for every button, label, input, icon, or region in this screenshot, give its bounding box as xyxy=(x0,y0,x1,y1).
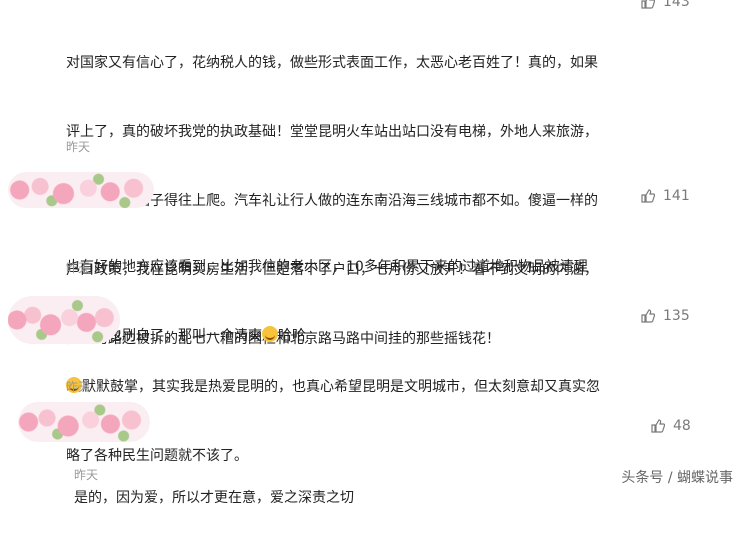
thumbs-up-icon xyxy=(651,419,665,433)
comment-line: 评上了，真的破坏我党的执政基础！堂堂昆明火车站出站口没有电梯，外地人来旅游， xyxy=(66,124,598,140)
like-button[interactable]: 141 xyxy=(641,188,690,204)
comment-line: 也有好的地方应该看到，比如我住的老小区，10多年积累下来的过道堆积物品被清理 xyxy=(66,259,588,275)
comment-line: 对国家又有信心了，花纳税人的钱，做些形式表面工作，太恶心老百姓了！真的，如果 xyxy=(66,55,598,71)
thumbs-up-icon xyxy=(641,0,655,9)
like-count: 143 xyxy=(663,0,690,10)
comment-line: 默默鼓掌，其实我是热爱昆明的，也真心希望昆明是文明城市，但太刻意却又真实忽 xyxy=(66,376,600,399)
thumbs-up-icon xyxy=(641,309,655,323)
comment-time: 昨天 xyxy=(66,380,91,394)
comment-text: 是的，因为爱，所以才更在意，爱之深责之切 xyxy=(74,441,354,556)
user-avatar-banner[interactable] xyxy=(8,172,154,208)
like-button[interactable]: 135 xyxy=(641,308,690,324)
like-count: 135 xyxy=(663,308,690,324)
comment-time: 昨天 xyxy=(66,140,91,154)
comment-line-text: 默默鼓掌，其实我是热爱昆明的，也真心希望昆明是文明城市，但太刻意却又真实忽 xyxy=(82,379,600,395)
watermark: 头条号 / 蝴蝶说事 xyxy=(621,470,733,486)
like-button[interactable]: 48 xyxy=(651,418,691,434)
comment-line: 是的，因为爱，所以才更在意，爱之深责之切 xyxy=(74,490,354,506)
like-button[interactable]: 143 xyxy=(641,0,690,10)
like-count: 48 xyxy=(673,418,691,434)
like-count: 141 xyxy=(663,188,690,204)
user-avatar-banner[interactable] xyxy=(18,402,150,442)
comment-time: 昨天 xyxy=(74,468,99,482)
thumbs-up-icon xyxy=(641,189,655,203)
comment-time: 昨天 xyxy=(66,261,91,275)
